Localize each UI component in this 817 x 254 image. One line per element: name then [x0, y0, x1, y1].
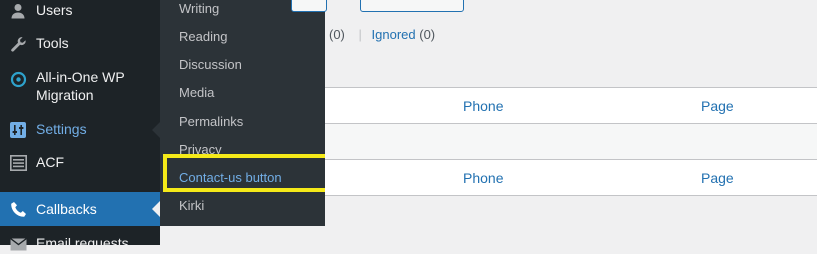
- submenu-item-permalinks[interactable]: Permalinks: [179, 114, 243, 129]
- sidebar-item-migration[interactable]: All-in-One WP Migration: [0, 68, 160, 108]
- settings-submenu: Writing Reading Discussion Media Permali…: [160, 0, 325, 226]
- acf-icon: [9, 154, 27, 172]
- settings-icon: [9, 121, 27, 139]
- sidebar-item-acf[interactable]: ACF: [0, 153, 160, 173]
- highlight-annotation: [163, 154, 335, 192]
- sidebar-item-label: Users: [36, 2, 73, 18]
- admin-sidebar: Users Tools All-in-One WP Migration Sett…: [0, 0, 160, 251]
- sidebar-item-label: ACF: [36, 154, 64, 170]
- sidebar-item-label: Email requests: [36, 235, 129, 251]
- migration-icon: [9, 70, 27, 88]
- users-icon: [9, 2, 27, 20]
- filter-ignored-link[interactable]: Ignored: [372, 27, 416, 42]
- submenu-pointer: [152, 122, 160, 138]
- submenu-item-writing[interactable]: Writing: [179, 1, 219, 16]
- filter-count: (0): [329, 27, 345, 42]
- current-pointer: [152, 201, 160, 217]
- phone-icon: [9, 200, 27, 218]
- submenu-item-reading[interactable]: Reading: [179, 29, 227, 44]
- sidebar-item-settings[interactable]: Settings: [0, 120, 160, 140]
- submenu-item-kirki[interactable]: Kirki: [179, 198, 204, 213]
- table-empty-row: [325, 124, 817, 161]
- column-footer-page[interactable]: Page: [701, 170, 734, 186]
- sidebar-item-users[interactable]: Users: [0, 1, 160, 21]
- sidebar-item-tools[interactable]: Tools: [0, 34, 160, 54]
- column-footer-phone[interactable]: Phone: [463, 170, 503, 186]
- wrench-icon: [9, 35, 27, 53]
- column-header-phone[interactable]: Phone: [463, 98, 503, 114]
- secondary-action-button[interactable]: [360, 0, 464, 12]
- sidebar-item-label: All-in-One WP Migration: [36, 69, 125, 103]
- table-header-row: Phone Page: [325, 87, 817, 124]
- sidebar-item-label: Tools: [36, 35, 69, 51]
- sidebar-item-callbacks[interactable]: Callbacks: [0, 192, 160, 226]
- table-footer-row: Phone Page: [325, 159, 817, 196]
- sidebar-item-email-requests[interactable]: Email requests: [0, 234, 160, 254]
- filter-separator: |: [358, 27, 362, 42]
- filter-links: (0) | Ignored (0): [329, 27, 435, 42]
- column-header-page[interactable]: Page: [701, 98, 734, 114]
- email-icon: [9, 235, 27, 253]
- submenu-item-media[interactable]: Media: [179, 85, 214, 100]
- action-button[interactable]: [291, 0, 327, 12]
- sidebar-item-label: Settings: [36, 121, 87, 137]
- sidebar-item-label: Callbacks: [36, 201, 97, 217]
- submenu-item-discussion[interactable]: Discussion: [179, 57, 242, 72]
- filter-ignored-count: (0): [419, 27, 436, 42]
